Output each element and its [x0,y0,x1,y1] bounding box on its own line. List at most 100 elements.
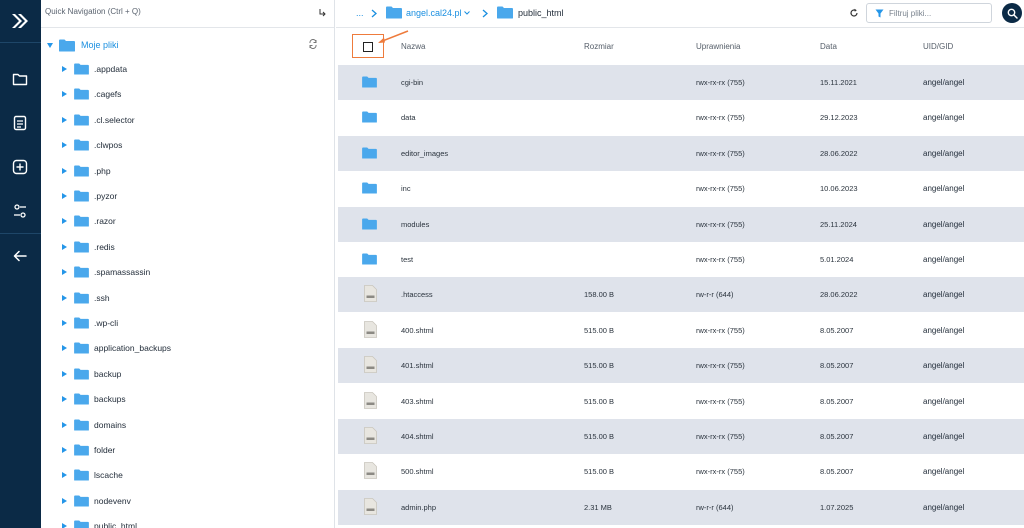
caret-right-icon[interactable] [62,193,67,199]
refresh-icon[interactable] [849,8,859,18]
row-name[interactable]: editor_images [401,149,448,158]
caret-right-icon[interactable] [62,447,67,453]
enter-arrow-icon[interactable] [318,8,327,17]
caret-right-icon[interactable] [62,218,67,225]
tree-item[interactable]: .spamassassin [62,262,150,282]
table-row[interactable]: data rwx-rx-rx (755) 29.12.2023 angel/angel [338,100,1024,135]
row-name[interactable]: admin.php [401,503,436,512]
caret-right-icon[interactable] [62,472,67,479]
folder-icon [74,393,89,405]
tree-root-moje-pliki[interactable]: Moje pliki [47,36,119,54]
table-row[interactable]: test rwx-rx-rx (755) 5.01.2024 angel/angel [338,242,1024,277]
tree-item[interactable]: .razor [62,211,116,231]
tree-item[interactable]: .cagefs [62,84,121,104]
tree-item[interactable]: folder [62,440,115,460]
row-name[interactable]: 404.shtml [401,432,434,441]
caret-right-icon[interactable] [62,66,67,72]
caret-right-icon[interactable] [62,167,67,174]
tree-item[interactable]: .redis [62,237,115,257]
tree-item[interactable]: backup [62,364,121,384]
folder-icon [74,114,89,126]
caret-down-icon[interactable] [47,42,53,48]
row-name[interactable]: data [401,113,416,122]
tree-item[interactable]: lscache [62,465,123,485]
column-header-uid[interactable]: UID/GID [923,42,953,51]
table-row[interactable]: cgi-bin rwx-rx-rx (755) 15.11.2021 angel/an… [338,65,1024,100]
caret-right-icon[interactable] [62,243,67,250]
tree-item[interactable]: .php [62,161,111,181]
search-button[interactable] [1002,3,1022,23]
add-icon[interactable] [8,155,32,179]
tree-item[interactable]: application_backups [62,338,171,358]
document-icon[interactable] [8,111,32,135]
column-header-size[interactable]: Rozmiar [584,42,614,51]
row-name[interactable]: inc [401,184,411,193]
row-name[interactable]: test [401,255,413,264]
caret-right-icon[interactable] [62,269,67,276]
table-row[interactable]: modules rwx-rx-rx (755) 25.11.2024 angel/an… [338,206,1024,242]
filter-field[interactable]: Filtruj pliki... [866,3,992,23]
tree-item[interactable]: .wp-cli [62,313,118,333]
caret-right-icon[interactable] [62,91,67,98]
caret-right-icon[interactable] [62,497,67,504]
tree-item[interactable]: .ssh [62,288,110,308]
table-row[interactable]: 500.shtml 515.00 B rwx-rx-rx (755) 8.05.200… [338,454,1024,489]
table-header: Nazwa Rozmiar Uprawnienia Data UID/GID [338,29,1024,64]
row-name[interactable]: cgi-bin [401,78,423,87]
table-row[interactable]: 403.shtml 515.00 B rwx-rx-rx (755) 8.05.200… [338,384,1024,419]
breadcrumb-ellipsis[interactable]: ... [356,8,364,18]
caret-right-icon[interactable] [62,370,67,377]
caret-right-icon[interactable] [62,396,67,403]
quick-navigation-input[interactable]: Quick Navigation (Ctrl + Q) [45,7,141,16]
tree-item[interactable]: .clwpos [62,135,122,155]
table-row[interactable]: inc rwx-rx-rx (755) 10.06.2023 angel/angel [338,171,1024,206]
select-all-checkbox[interactable] [363,42,373,52]
tree-item[interactable]: .cl.selector [62,110,135,130]
caret-right-icon[interactable] [62,345,67,352]
table-row[interactable]: editor_images rwx-rx-rx (755) 28.06.2022 an… [338,135,1024,171]
row-size: 515.00 B [584,361,615,371]
row-permissions: rwx-rx-rx (755) [696,113,745,123]
folder-icon [74,520,89,528]
row-name[interactable]: 401.shtml [401,361,434,370]
folder-icon [74,215,89,227]
caret-right-icon[interactable] [62,523,67,528]
sync-icon[interactable] [308,39,318,49]
table-row[interactable]: 400.shtml 515.00 B rwx-rx-rx (755) 8.05.200… [338,313,1024,348]
column-header-date[interactable]: Data [820,42,837,51]
tree-item-label: application_backups [94,343,172,354]
filter-input[interactable]: Filtruj pliki... [889,9,931,18]
chevron-down-icon[interactable] [464,11,470,15]
tree-item[interactable]: .pyzor [62,186,117,206]
settings-sliders-icon[interactable] [8,199,32,223]
tree-item[interactable]: .appdata [62,59,127,79]
caret-right-icon[interactable] [62,421,67,428]
table-row[interactable]: admin.php 2.31 MB rw-r-r (644) 1.07.2025 ang… [338,489,1024,525]
row-size: 2.31 MB [584,502,612,512]
tree-item[interactable]: public_html [62,516,137,528]
row-name[interactable]: modules [401,220,429,229]
folder-icon [362,218,377,230]
table-row[interactable]: .htaccess 158.00 B rw-r-r (644) 28.06.2022 a… [338,277,1024,313]
caret-right-icon[interactable] [62,320,67,326]
tree-item-label: .clwpos [94,140,123,151]
caret-right-icon[interactable] [62,142,67,149]
table-row[interactable]: 404.shtml 515.00 B rwx-rx-rx (755) 8.05.200… [338,419,1024,454]
row-name[interactable]: .htaccess [401,290,433,299]
folder-icon[interactable] [8,67,32,91]
row-name[interactable]: 403.shtml [401,397,434,406]
column-header-permissions[interactable]: Uprawnienia [696,42,740,51]
folder-icon [74,190,89,202]
table-row[interactable]: 401.shtml 515.00 B rwx-rx-rx (755) 8.05.200… [338,348,1024,384]
row-uid: angel/angel [923,502,965,512]
tree-item[interactable]: domains [62,415,126,435]
breadcrumb-domain[interactable]: angel.cal24.pl [406,8,462,18]
caret-right-icon[interactable] [62,294,67,301]
row-name[interactable]: 400.shtml [401,326,434,335]
row-name[interactable]: 500.shtml [401,467,434,476]
tree-item[interactable]: nodevenv [62,491,131,511]
tree-item[interactable]: backups [62,389,126,409]
logo-icon[interactable] [8,9,32,33]
back-arrow-icon[interactable] [8,244,32,268]
caret-right-icon[interactable] [62,116,67,123]
